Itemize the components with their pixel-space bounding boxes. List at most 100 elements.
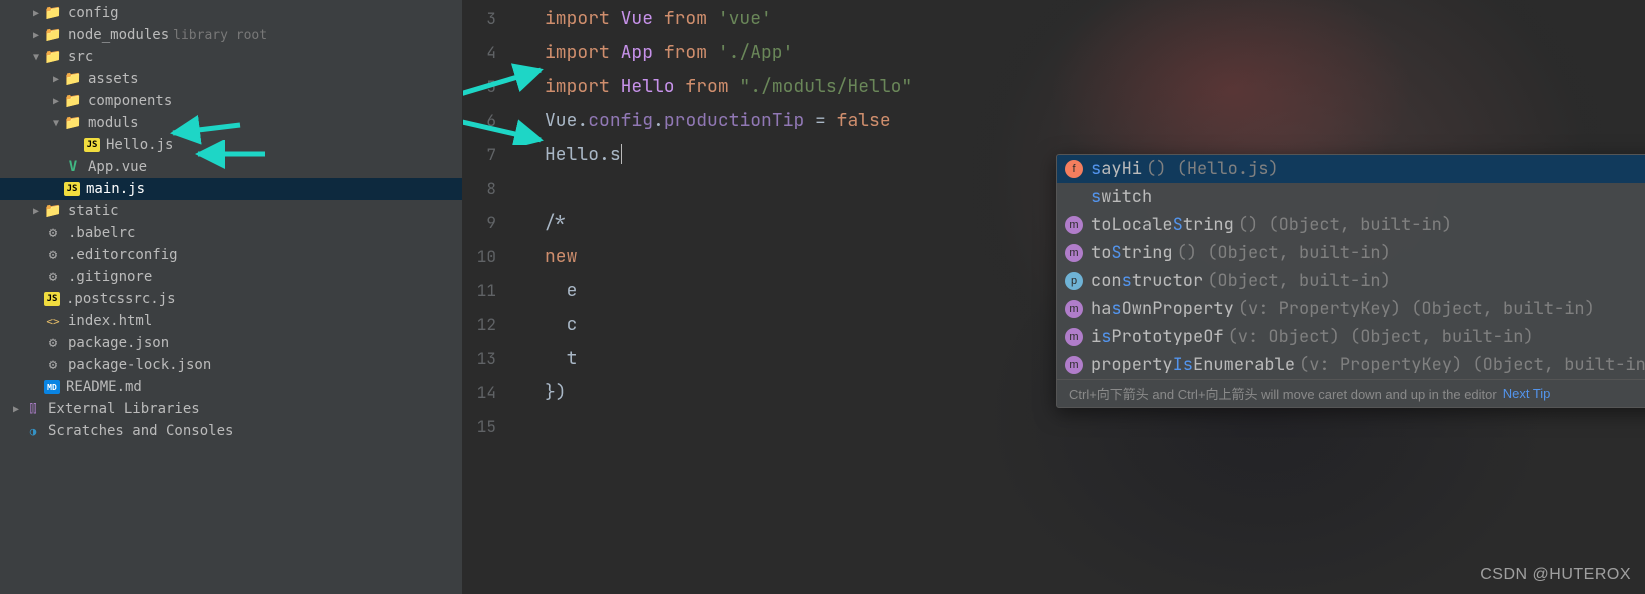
autocomplete-popup[interactable]: fsayHi() (Hello.js)voidswitchswitch (x) … <box>1056 154 1645 408</box>
chevron-right-icon: ▶ <box>48 74 64 85</box>
completion-item-sayhi[interactable]: fsayHi() (Hello.js)void <box>1057 155 1645 183</box>
code-line[interactable]: Vue.config.productionTip = false <box>545 104 912 138</box>
folder-icon: 📁 <box>64 115 82 131</box>
editor[interactable]: 3456789101112131415 import Vue from 'vue… <box>463 0 1645 594</box>
tree-item-components[interactable]: ▶📁components <box>0 90 462 112</box>
tree-item-scratchesandconsoles[interactable]: ▶◑Scratches and Consoles <box>0 420 462 442</box>
tree-item-postcssrcjs[interactable]: ▶JS.postcssrc.js <box>0 288 462 310</box>
code-line[interactable] <box>545 410 912 444</box>
tree-item-externallibraries[interactable]: ▶⫿⫿External Libraries <box>0 398 462 420</box>
gear-icon: ⚙ <box>44 357 62 373</box>
html-icon: <> <box>44 313 62 329</box>
folder-icon: 📁 <box>64 93 82 109</box>
tree-label: package-lock.json <box>68 357 211 373</box>
tree-label: moduls <box>88 115 139 131</box>
tree-item-node_modules[interactable]: ▶📁node_moduleslibrary root <box>0 24 462 46</box>
tree-label: package.json <box>68 335 169 351</box>
js-icon: JS <box>84 138 100 152</box>
line-number: 10 <box>463 240 518 274</box>
completion-item-propertyisenumerable[interactable]: mpropertyIsEnumerable(v: PropertyKey) (O… <box>1057 351 1645 379</box>
completion-label: hasOwnProperty <box>1091 298 1234 320</box>
tree-item-src[interactable]: ▼📁src <box>0 46 462 68</box>
tree-label: Hello.js <box>106 137 173 153</box>
tree-item-babelrc[interactable]: ▶⚙.babelrc <box>0 222 462 244</box>
md-icon: MD <box>44 380 60 394</box>
tree-item-config[interactable]: ▶📁config <box>0 2 462 24</box>
completion-item-hasownproperty[interactable]: m hasOwnProperty(v: PropertyKey) (Object,… <box>1057 295 1645 323</box>
line-number: 3 <box>463 2 518 36</box>
m-kind-icon: m <box>1065 244 1083 262</box>
tree-item-indexhtml[interactable]: ▶<>index.html <box>0 310 462 332</box>
tree-label: src <box>68 49 93 65</box>
tree-item-gitignore[interactable]: ▶⚙.gitignore <box>0 266 462 288</box>
completion-item-switch[interactable]: switchswitch (x) {...} <box>1057 183 1645 211</box>
project-tree[interactable]: ▶📁config▶📁node_moduleslibrary root▼📁src▶… <box>0 0 463 594</box>
code-line[interactable]: new <box>545 240 912 274</box>
line-number: 7 <box>463 138 518 172</box>
line-number: 8 <box>463 172 518 206</box>
completion-label: sayHi <box>1091 158 1142 180</box>
completion-item-tolocalestring[interactable]: mtoLocaleString() (Object, built-in)stri… <box>1057 211 1645 239</box>
completion-label: toLocaleString <box>1091 214 1234 236</box>
popup-footer: Ctrl+向下箭头 and Ctrl+向上箭头 will move caret … <box>1057 379 1645 407</box>
folder-icon: 📁 <box>44 49 62 65</box>
completion-origin: (Object, built-in) <box>1207 270 1391 292</box>
code-line[interactable]: Hello.s <box>545 138 912 172</box>
tree-label: .gitignore <box>68 269 152 285</box>
tree-label: config <box>68 5 119 21</box>
completion-origin: (v: PropertyKey) (Object, built-in) <box>1238 298 1595 320</box>
tree-item-hellojs[interactable]: ▶JSHello.js <box>0 134 462 156</box>
completion-origin: (v: Object) (Object, built-in) <box>1228 326 1534 348</box>
completion-origin: () (Hello.js) <box>1146 158 1279 180</box>
text-caret <box>621 144 622 164</box>
tree-label: assets <box>88 71 139 87</box>
completion-item-constructor[interactable]: pconstructor (Object, built-in)Function <box>1057 267 1645 295</box>
tree-label: .editorconfig <box>68 247 178 263</box>
tree-label: External Libraries <box>48 401 200 417</box>
code-line[interactable]: t <box>545 342 912 376</box>
completion-label: propertyIsEnumerable <box>1091 354 1295 376</box>
gear-icon: ⚙ <box>44 247 62 263</box>
completion-origin: () (Object, built-in) <box>1177 242 1391 264</box>
tree-item-assets[interactable]: ▶📁assets <box>0 68 462 90</box>
completion-label: isPrototypeOf <box>1091 326 1224 348</box>
code-line[interactable]: import Hello from "./moduls/Hello" <box>545 70 912 104</box>
tree-label: App.vue <box>88 159 147 175</box>
tree-item-editorconfig[interactable]: ▶⚙.editorconfig <box>0 244 462 266</box>
folder-icon: 📁 <box>44 203 62 219</box>
code-line[interactable]: c <box>545 308 912 342</box>
code-line[interactable]: /* <box>545 206 912 240</box>
tree-item-moduls[interactable]: ▼📁moduls <box>0 112 462 134</box>
completion-label: toString <box>1091 242 1173 264</box>
tree-item-static[interactable]: ▶📁static <box>0 200 462 222</box>
completion-item-isprototypeof[interactable]: misPrototypeOf(v: Object) (Object, built… <box>1057 323 1645 351</box>
chevron-right-icon: ▶ <box>8 404 24 415</box>
tree-item-appvue[interactable]: ▶VApp.vue <box>0 156 462 178</box>
folder-icon: 📁 <box>44 27 62 43</box>
completion-origin: (v: PropertyKey) (Object, built-in) <box>1299 354 1645 376</box>
m-kind-icon: m <box>1065 300 1083 318</box>
js-icon: JS <box>64 182 80 196</box>
code-content[interactable]: import Vue from 'vue'import App from './… <box>545 2 912 444</box>
code-line[interactable]: import Vue from 'vue' <box>545 2 912 36</box>
gear-icon: ⚙ <box>44 335 62 351</box>
tree-label: Scratches and Consoles <box>48 423 233 439</box>
code-line[interactable]: import App from './App' <box>545 36 912 70</box>
tree-item-packagelockjson[interactable]: ▶⚙package-lock.json <box>0 354 462 376</box>
tree-label: .postcssrc.js <box>66 291 176 307</box>
tree-item-readmemd[interactable]: ▶MDREADME.md <box>0 376 462 398</box>
code-line[interactable]: e <box>545 274 912 308</box>
code-line[interactable] <box>545 172 912 206</box>
popup-hint: Ctrl+向下箭头 and Ctrl+向上箭头 will move caret … <box>1069 384 1497 403</box>
p-kind-icon: p <box>1065 272 1083 290</box>
line-number: 12 <box>463 308 518 342</box>
tree-item-packagejson[interactable]: ▶⚙package.json <box>0 332 462 354</box>
chevron-right-icon: ▶ <box>28 206 44 217</box>
next-tip-link[interactable]: Next Tip <box>1503 386 1551 401</box>
tree-item-mainjs[interactable]: ▶JSmain.js <box>0 178 462 200</box>
code-line[interactable]: }) <box>545 376 912 410</box>
line-number: 11 <box>463 274 518 308</box>
completion-item-tostring[interactable]: mtoString() (Object, built-in)string <box>1057 239 1645 267</box>
line-number: 15 <box>463 410 518 444</box>
tree-label: index.html <box>68 313 152 329</box>
